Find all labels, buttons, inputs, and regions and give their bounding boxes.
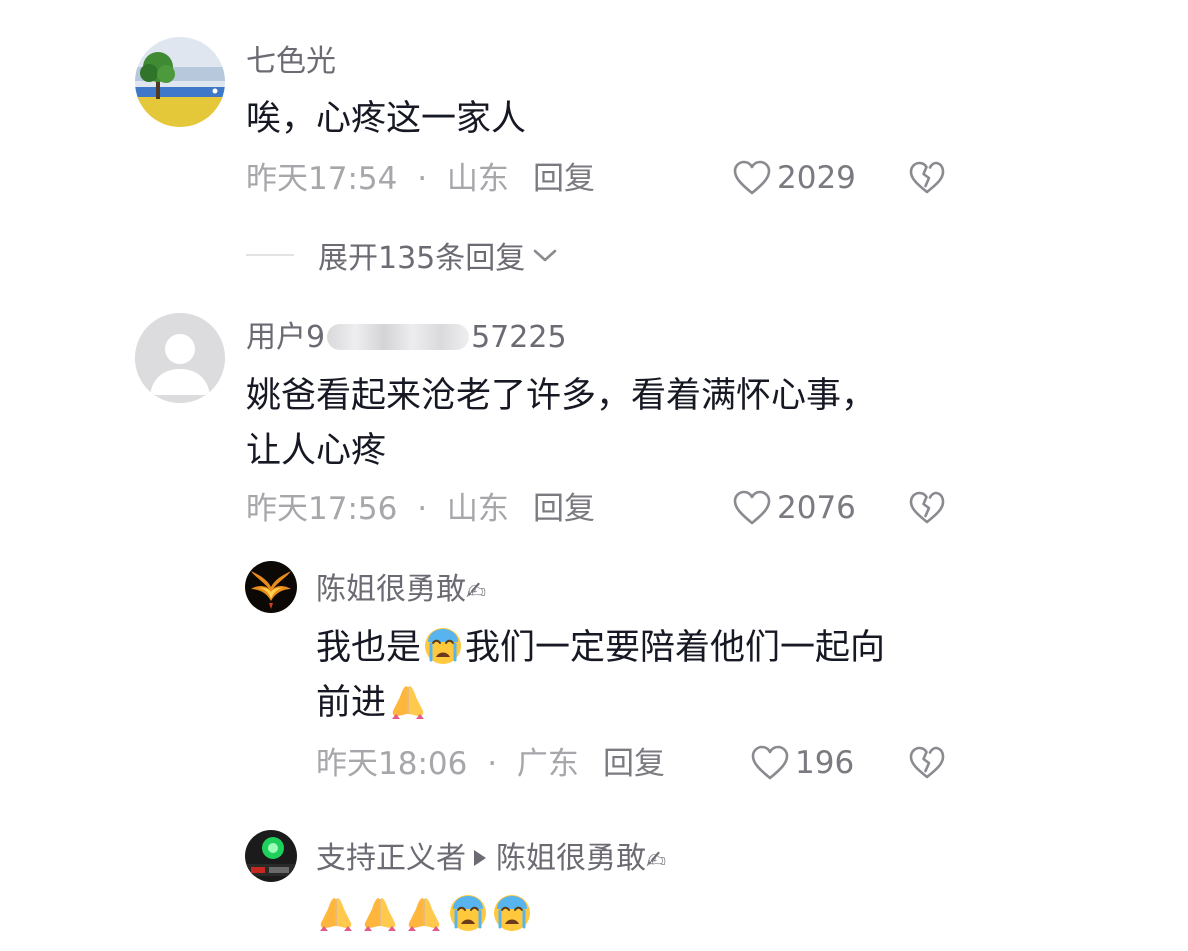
like-count: 2076 xyxy=(777,490,856,526)
reply-text-line: 我也是 我们一定要陪着他们一起向 xyxy=(316,621,885,676)
heart-icon xyxy=(733,160,771,195)
like-count: 2029 xyxy=(777,160,856,196)
comment-list: 七色光 唉，心疼这一家人 昨天17:54 · 山东 回复 2029 展开135条… xyxy=(0,0,1188,951)
meta-dot: · xyxy=(487,746,498,782)
reply-arrow-icon xyxy=(474,849,486,866)
writing-hand-icon: ✍ xyxy=(466,577,487,605)
avatar[interactable] xyxy=(135,313,225,403)
broken-heart-icon xyxy=(909,746,945,779)
broken-heart-icon xyxy=(909,161,945,194)
reply-username[interactable]: 支持正义者 陈姐很勇敢✍ xyxy=(316,841,666,878)
username-prefix: 用户9 xyxy=(246,320,326,355)
reply-time: 昨天18:06 xyxy=(316,746,468,782)
reply-to-username[interactable]: 陈姐很勇敢 xyxy=(496,841,646,876)
dislike-button[interactable] xyxy=(909,491,945,525)
expand-replies-button[interactable]: 展开135条回复 xyxy=(246,233,559,277)
dislike-button[interactable] xyxy=(909,746,945,780)
crying-emoji-icon xyxy=(492,893,532,933)
crying-emoji-icon xyxy=(423,626,463,666)
avatar[interactable] xyxy=(245,830,297,882)
writing-hand-icon: ✍ xyxy=(646,846,667,874)
avatar[interactable] xyxy=(245,561,297,613)
comment-time: 昨天17:56 xyxy=(246,491,398,527)
pray-emoji-icon xyxy=(316,893,356,933)
reply-username-text: 陈姐很勇敢 xyxy=(316,572,466,607)
reply-text-part: 前进 xyxy=(316,683,387,723)
blurred-region xyxy=(327,323,470,350)
comment-username[interactable]: 用户9 57225 xyxy=(246,320,567,356)
green-light-avatar-icon xyxy=(245,830,297,882)
reply-text-line: 前进 xyxy=(316,676,885,731)
reply-meta: 昨天18:06 · 广东 xyxy=(316,746,579,782)
like-button[interactable]: 2029 xyxy=(733,160,856,196)
dislike-button[interactable] xyxy=(909,161,945,195)
comment-location: 山东 xyxy=(446,491,509,527)
like-button[interactable]: 2076 xyxy=(733,490,856,526)
comment-location: 山东 xyxy=(446,161,509,197)
pray-emoji-icon xyxy=(404,893,444,933)
pray-emoji-icon xyxy=(360,893,400,933)
username-suffix: 57225 xyxy=(471,320,567,355)
broken-heart-icon xyxy=(909,491,945,524)
reply-text-part: 我也是 xyxy=(316,628,422,668)
comment-text: 唉，心疼这一家人 xyxy=(246,99,527,139)
avatar[interactable] xyxy=(135,37,225,127)
comment-meta: 昨天17:54 · 山东 xyxy=(246,161,509,197)
comment-text-line: 姚爸看起来沧老了许多，看着满怀心事， xyxy=(246,376,877,416)
like-button[interactable]: 196 xyxy=(751,745,854,781)
heart-icon xyxy=(733,490,771,525)
heart-icon xyxy=(751,745,789,780)
divider-line xyxy=(246,254,294,256)
chevron-down-icon xyxy=(533,249,557,262)
reply-text-part: 我们一定要陪着他们一起向 xyxy=(465,628,886,668)
phoenix-avatar-icon xyxy=(245,561,297,613)
landscape-tree-avatar-icon xyxy=(135,37,225,127)
crying-emoji-icon xyxy=(448,893,488,933)
reply-text: 我也是 我们一定要陪着他们一起向 前进 xyxy=(316,621,885,731)
reply-username-text: 支持正义者 xyxy=(316,841,466,876)
meta-dot: · xyxy=(417,161,428,197)
reply-button[interactable]: 回复 xyxy=(533,161,595,197)
meta-dot: · xyxy=(417,491,428,527)
comment-meta: 昨天17:56 · 山东 xyxy=(246,491,509,527)
reply-location: 广东 xyxy=(516,746,579,782)
comment-text-line: 让人心疼 xyxy=(246,431,387,471)
reply-username[interactable]: 陈姐很勇敢✍ xyxy=(316,572,486,609)
reply-text xyxy=(314,888,534,943)
comment-time: 昨天17:54 xyxy=(246,161,398,197)
comment-username[interactable]: 七色光 xyxy=(246,44,336,80)
reply-button[interactable]: 回复 xyxy=(603,746,665,782)
reply-button[interactable]: 回复 xyxy=(533,491,595,527)
pray-emoji-icon xyxy=(388,681,428,721)
expand-replies-label: 展开135条回复 xyxy=(318,241,526,276)
default-user-avatar-icon xyxy=(135,313,225,403)
comment-text: 姚爸看起来沧老了许多，看着满怀心事， 让人心疼 xyxy=(246,369,876,479)
like-count: 196 xyxy=(795,745,855,781)
